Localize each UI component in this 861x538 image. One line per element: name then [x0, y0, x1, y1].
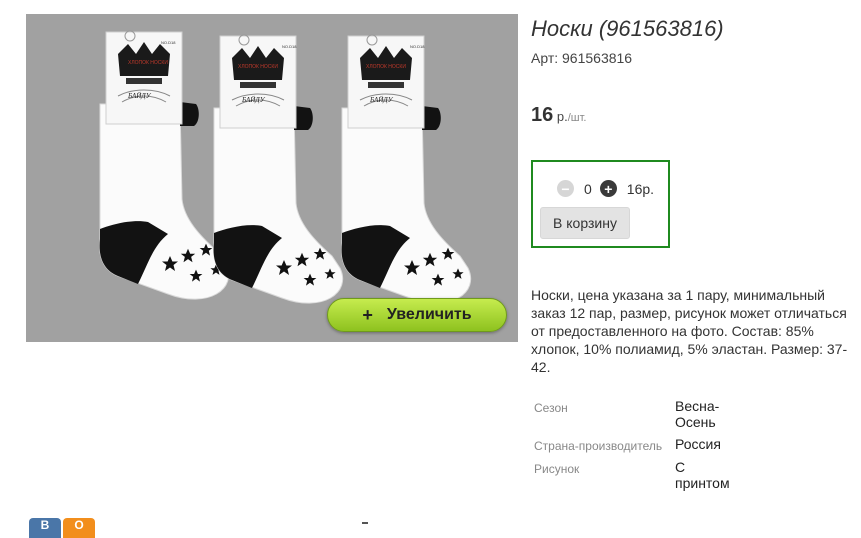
sock-brand-text: БАЙДУ: [241, 96, 266, 104]
zoom-button-label: Увеличить: [386, 306, 472, 323]
sock-label-text: ХЛОПОК НОСКИ: [366, 64, 406, 70]
sock-brand-text: БАЙДУ: [369, 96, 394, 104]
product-article: Арт: 961563816: [531, 50, 633, 66]
sock-label-code: NO.D18: [410, 44, 425, 49]
sock-label-code: NO.D18: [282, 44, 297, 49]
quantity-stepper: − 0 + 16р.: [557, 180, 654, 197]
cart-box: − 0 + 16р. В корзину: [531, 160, 670, 248]
sock-brand-text: БАЙДУ: [127, 92, 152, 100]
property-value: Весна-Осень: [675, 398, 720, 430]
quantity-value: 0: [584, 180, 592, 197]
product-photo[interactable]: ХЛОПОК НОСКИ ХЛОПОК НОСКИ ХЛОПОК НОСКИ N…: [26, 14, 518, 342]
sock-label-text: ХЛОПОК НОСКИ: [238, 64, 278, 70]
vk-share-icon[interactable]: В: [29, 518, 61, 538]
product-title: Носки (961563816): [531, 16, 724, 41]
minus-icon[interactable]: −: [557, 180, 574, 197]
sock-label-code: NO.D18: [161, 40, 176, 45]
plus-circle-icon[interactable]: +: [599, 180, 617, 197]
plus-icon: +: [362, 304, 373, 325]
price-unit: /шт.: [567, 112, 587, 124]
price-currency: р.: [553, 109, 568, 124]
property-label: Рисунок: [534, 462, 580, 476]
property-row: Рисунок С принтом: [531, 459, 771, 491]
product-description: Носки, цена указана за 1 пару, минимальн…: [531, 287, 848, 375]
property-row: Страна-производитель Россия: [531, 436, 771, 453]
sock-label-text: ХЛОПОК НОСКИ: [128, 60, 168, 66]
zoom-button[interactable]: + Увеличить: [327, 298, 507, 332]
property-label: Страна-производитель: [534, 439, 663, 453]
property-value: Россия: [675, 436, 721, 452]
price-value: 16: [531, 104, 554, 126]
share-buttons: В О: [29, 518, 97, 538]
add-to-cart-button[interactable]: В корзину: [540, 207, 630, 239]
property-label: Сезон: [534, 401, 568, 415]
ok-share-icon[interactable]: О: [63, 518, 95, 538]
property-value: С принтом: [675, 459, 730, 491]
footer-fragment: [362, 522, 368, 524]
product-properties: Сезон Весна-Осень Страна-производитель Р…: [531, 398, 771, 497]
quantity-sum: 16р.: [626, 180, 655, 197]
product-price: 16 р./шт.: [531, 104, 586, 127]
property-row: Сезон Весна-Осень: [531, 398, 771, 430]
